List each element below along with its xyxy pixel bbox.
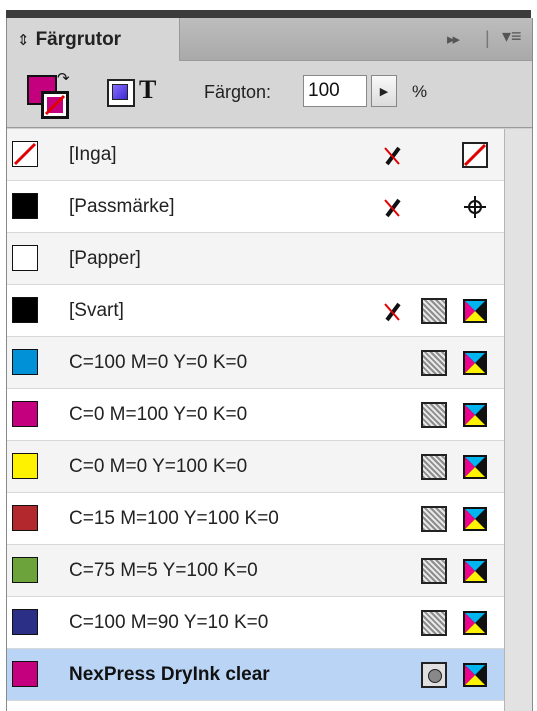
swatch-row[interactable]: [Inga]	[7, 129, 504, 181]
color-swatch	[12, 661, 38, 687]
fill-stroke-control[interactable]: ↷	[21, 69, 71, 119]
swatch-row[interactable]: C=0 M=0 Y=100 K=0	[7, 441, 504, 493]
formatting-affects-text-icon[interactable]: T	[139, 75, 156, 105]
none-swatch-icon	[12, 141, 38, 167]
swatch-name: [Svart]	[69, 300, 124, 321]
tint-label: Färgton:	[204, 82, 272, 102]
process-color-icon	[421, 610, 447, 636]
paper-swatch	[12, 245, 38, 271]
swatch-name: [Inga]	[69, 144, 117, 165]
swatch-name: [Papper]	[69, 248, 141, 269]
formatting-affects-container-icon[interactable]	[107, 79, 135, 107]
cmyk-mode-icon	[463, 455, 487, 479]
no-edit-pencil-icon	[384, 302, 401, 322]
swatch-name: C=0 M=100 Y=0 K=0	[69, 404, 248, 425]
swap-fill-stroke-icon[interactable]: ↷	[57, 69, 70, 87]
swatch-row[interactable]: C=75 M=5 Y=100 K=0	[7, 545, 504, 597]
black-swatch	[12, 297, 38, 323]
swatch-name: C=15 M=100 Y=100 K=0	[69, 508, 279, 529]
tint-slider-button[interactable]: ▶	[371, 75, 397, 107]
swatch-name: [Passmärke]	[69, 196, 175, 217]
swatch-name: C=100 M=0 Y=0 K=0	[69, 352, 248, 373]
window-top-edge	[0, 0, 537, 18]
swatch-row-selected[interactable]: NexPress DryInk clear	[7, 649, 504, 701]
color-swatch	[12, 349, 38, 375]
swatch-row[interactable]: C=0 M=100 Y=0 K=0	[7, 389, 504, 441]
swatch-row[interactable]: [Papper]	[7, 233, 504, 285]
color-swatch	[12, 505, 38, 531]
process-color-icon	[421, 506, 447, 532]
no-edit-pencil-icon	[384, 198, 401, 218]
swatch-row[interactable]: C=100 M=90 Y=10 K=0	[7, 597, 504, 649]
swatch-name: C=100 M=90 Y=10 K=0	[69, 612, 269, 633]
cmyk-mode-icon	[463, 559, 487, 583]
color-swatch	[12, 401, 38, 427]
swatch-name: C=75 M=5 Y=100 K=0	[69, 560, 258, 581]
swatches-toolbar: ↷ T Färgton: ▶ %	[7, 61, 532, 128]
tint-percent-unit: %	[412, 82, 428, 101]
swatch-list: [Inga] [Passmärke] [Papper] [Svart] C=10…	[7, 129, 504, 711]
swatch-name: NexPress DryInk clear	[69, 664, 270, 685]
no-edit-pencil-icon	[384, 146, 401, 166]
cmyk-mode-icon	[463, 611, 487, 635]
collapse-panel-icon[interactable]: ▸▸	[447, 30, 460, 48]
stroke-swatch-icon[interactable]	[41, 91, 69, 119]
panel-menu-icon[interactable]: ▾≡	[502, 26, 522, 47]
registration-target-icon	[464, 196, 486, 218]
cmyk-mode-icon	[463, 507, 487, 531]
tab-swatches[interactable]: ⇕ Färgrutor	[7, 18, 180, 61]
swatch-row[interactable]: C=100 M=0 Y=0 K=0	[7, 337, 504, 389]
swatch-row[interactable]: C=15 M=100 Y=100 K=0	[7, 493, 504, 545]
process-color-icon	[421, 298, 447, 324]
cmyk-mode-icon	[463, 403, 487, 427]
color-swatch	[12, 453, 38, 479]
spot-color-icon	[421, 662, 447, 688]
process-color-icon	[421, 350, 447, 376]
none-color-mode-icon	[462, 142, 488, 168]
cmyk-mode-icon	[463, 351, 487, 375]
collapse-arrows-icon[interactable]: ⇕	[17, 31, 30, 49]
process-color-icon	[421, 402, 447, 428]
cmyk-mode-icon	[463, 299, 487, 323]
process-color-icon	[421, 454, 447, 480]
color-swatch	[12, 557, 38, 583]
tint-input[interactable]	[303, 75, 367, 107]
swatches-panel: ⇕ Färgrutor ▸▸ | ▾≡ ↷ T Färgton: ▶ % [In…	[6, 18, 533, 711]
divider: |	[485, 28, 490, 48]
swatch-row[interactable]: [Passmärke]	[7, 181, 504, 233]
panel-title: Färgrutor	[35, 28, 122, 50]
swatch-name: C=0 M=0 Y=100 K=0	[69, 456, 248, 477]
color-swatch	[12, 609, 38, 635]
scrollbar[interactable]	[504, 129, 532, 711]
registration-swatch	[12, 193, 38, 219]
process-color-icon	[421, 558, 447, 584]
panel-tab-bar: ⇕ Färgrutor ▸▸ | ▾≡	[7, 18, 532, 61]
swatch-row[interactable]: [Svart]	[7, 285, 504, 337]
cmyk-mode-icon	[463, 663, 487, 687]
